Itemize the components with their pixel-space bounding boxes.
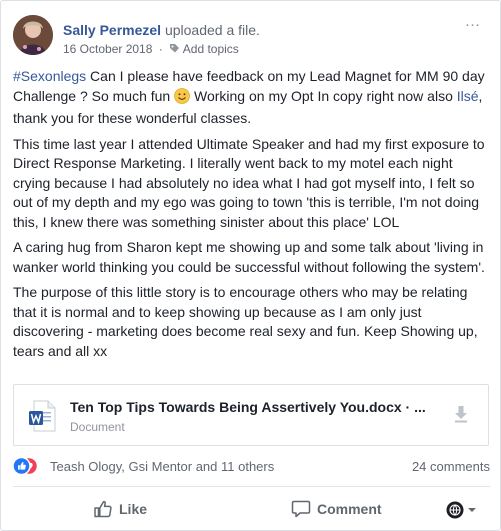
post-meta: 16 October 2018 · Add topics (63, 42, 239, 57)
action-bar: Like Comment (13, 493, 490, 525)
author-line: Sally Permezel uploaded a file. (63, 22, 260, 38)
thumbs-up-icon (94, 500, 112, 518)
comments-count[interactable]: 24 comments (412, 459, 490, 474)
reactions-bar: Teash Ology, Gsi Mentor and 11 others 24… (12, 456, 490, 478)
comment-icon (291, 500, 311, 518)
post-header: Sally Permezel uploaded a file. 16 Octob… (13, 13, 483, 59)
avatar[interactable] (13, 15, 53, 55)
audience-selector[interactable] (446, 501, 482, 519)
paragraph-3: A caring hug from Sharon kept me showing… (13, 239, 485, 275)
word-document-icon (28, 400, 56, 437)
author-name[interactable]: Sally Permezel (63, 22, 161, 38)
more-options-button[interactable]: … (463, 14, 483, 33)
file-attachment[interactable]: Ten Top Tips Towards Being Assertively Y… (13, 384, 489, 446)
paragraph-1: #Sexonlegs Can I please have feedback on… (13, 67, 491, 129)
reaction-names[interactable]: Teash Ology, Gsi Mentor and 11 others (50, 459, 274, 474)
mention-link[interactable]: Ilsé (457, 88, 479, 104)
post-date[interactable]: 16 October 2018 (63, 42, 152, 56)
comment-button[interactable]: Comment (291, 493, 401, 525)
post-body: #Sexonlegs Can I please have feedback on… (13, 67, 491, 367)
tag-icon (169, 43, 180, 57)
paragraph-1-text-b: Working on my Opt In copy right now also (190, 87, 457, 104)
add-topics-link[interactable]: Add topics (183, 42, 239, 56)
reaction-icons[interactable] (12, 456, 47, 478)
paragraph-2: This time last year I attended Ultimate … (13, 135, 485, 230)
chevron-down-icon (468, 508, 476, 512)
post-card: Sally Permezel uploaded a file. 16 Octob… (0, 0, 501, 531)
smiling-face-icon (174, 87, 191, 110)
divider (13, 486, 490, 487)
download-icon[interactable] (454, 405, 468, 428)
attachment-title[interactable]: Ten Top Tips Towards Being Assertively Y… (70, 399, 445, 415)
paragraph-4: The purpose of this little story is to e… (13, 284, 478, 359)
like-label: Like (119, 501, 148, 517)
meta-separator: · (158, 42, 163, 56)
post-action: uploaded a file. (164, 22, 260, 38)
hashtag-link[interactable]: #Sexonlegs (13, 68, 86, 84)
like-button[interactable]: Like (93, 493, 173, 525)
attachment-type: Document (70, 420, 125, 434)
comment-label: Comment (317, 501, 382, 517)
